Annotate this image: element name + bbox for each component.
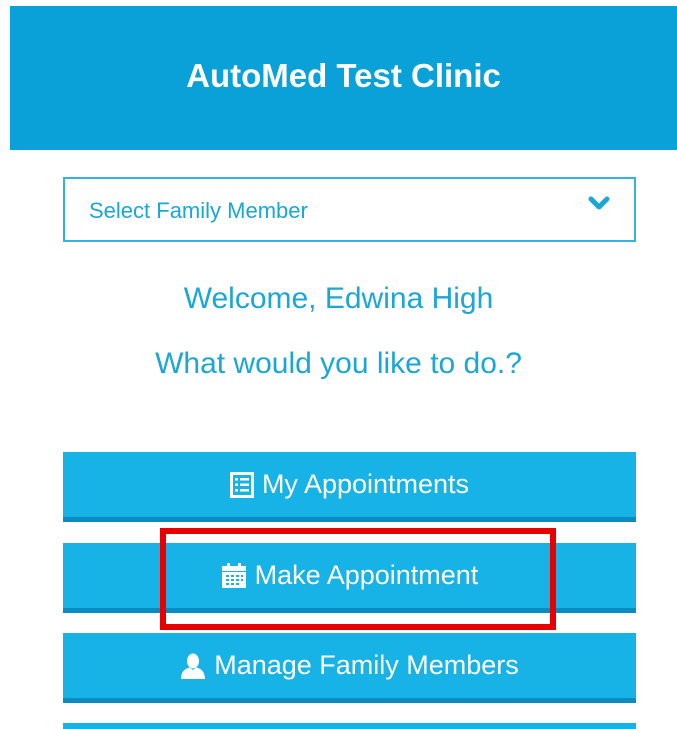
- family-member-select-label: Select Family Member: [89, 198, 308, 223]
- chevron-down-icon: [588, 196, 610, 212]
- make-appointment-label: Make Appointment: [254, 560, 479, 590]
- calendar-icon: [221, 562, 247, 589]
- my-appointments-label: My Appointments: [261, 469, 470, 499]
- prompt-text: What would you like to do.?: [155, 347, 522, 380]
- clinic-title: AutoMed Test Clinic: [186, 57, 501, 94]
- my-appointments-button[interactable]: My Appointments: [63, 452, 636, 522]
- user-icon: [180, 653, 206, 679]
- make-appointment-button[interactable]: Make Appointment: [63, 543, 636, 613]
- manage-family-members-button[interactable]: Manage Family Members: [63, 633, 636, 703]
- manage-family-members-label: Manage Family Members: [214, 650, 519, 680]
- welcome-text: Welcome, Edwina High: [183, 282, 494, 315]
- family-member-select[interactable]: Select Family Member: [63, 177, 636, 242]
- next-action-button-partial[interactable]: [63, 723, 636, 729]
- app-header: AutoMed Test Clinic: [10, 6, 677, 150]
- list-icon: [229, 471, 254, 498]
- app-screen: AutoMed Test Clinic Select Family Member…: [0, 0, 677, 729]
